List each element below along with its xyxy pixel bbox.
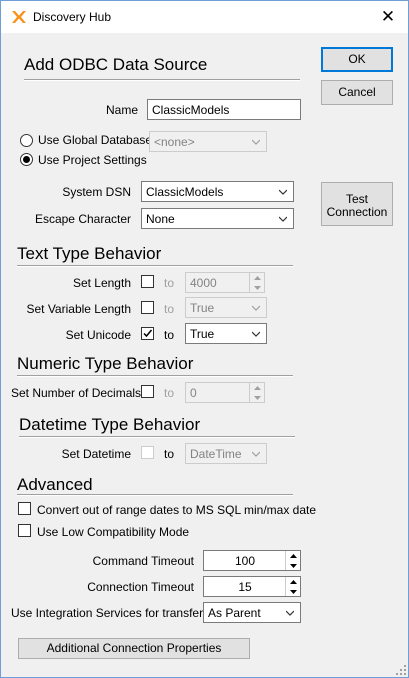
- radio-selected-dot: [23, 156, 30, 163]
- set-length-stepper: 4000: [185, 272, 265, 293]
- use-global-database-radio[interactable]: [20, 134, 33, 147]
- set-datetime-select: DateTime: [185, 443, 267, 464]
- name-label: Name: [105, 103, 138, 117]
- set-length-checkbox[interactable]: [141, 275, 154, 288]
- set-variable-length-checkbox[interactable]: [141, 301, 154, 314]
- set-decimals-label: Set Number of Decimals: [11, 386, 142, 400]
- use-project-settings-radio[interactable]: [20, 153, 33, 166]
- system-dsn-label: System DSN: [62, 185, 131, 199]
- integration-services-value: As Parent: [208, 606, 261, 620]
- set-decimals-to-label: to: [164, 386, 175, 400]
- window-title: Discovery Hub: [33, 10, 112, 24]
- set-length-to-label: to: [164, 276, 175, 290]
- set-unicode-checkbox[interactable]: [141, 327, 154, 340]
- chevron-down-icon: [279, 189, 287, 195]
- test-connection-button[interactable]: Test Connection: [321, 182, 393, 226]
- set-variable-length-select: True: [185, 297, 267, 318]
- stepper-buttons[interactable]: [285, 551, 300, 570]
- global-database-value: <none>: [154, 135, 195, 149]
- command-timeout-stepper[interactable]: 100: [203, 550, 301, 571]
- integration-services-label: Use Integration Services for transfer: [11, 606, 204, 620]
- heading-rule: [17, 375, 293, 377]
- chevron-down-icon: [252, 139, 260, 145]
- set-decimals-checkbox[interactable]: [141, 385, 154, 398]
- chevron-down-icon: [252, 451, 260, 457]
- set-decimals-value: 0: [190, 386, 197, 400]
- set-datetime-checkbox: [141, 446, 154, 459]
- convert-dates-label[interactable]: Convert out of range dates to MS SQL min…: [37, 503, 316, 517]
- set-unicode-label: Set Unicode: [65, 328, 131, 342]
- stepper-down-icon: [250, 283, 264, 293]
- set-length-label: Set Length: [72, 276, 131, 290]
- set-unicode-select[interactable]: True: [185, 323, 267, 344]
- escape-character-select[interactable]: None: [141, 208, 294, 229]
- numeric-type-heading: Numeric Type Behavior: [17, 354, 194, 373]
- command-timeout-label: Command Timeout: [92, 554, 194, 568]
- set-unicode-value: True: [190, 327, 215, 341]
- command-timeout-value: 100: [234, 554, 256, 568]
- stepper-up-icon[interactable]: [286, 551, 300, 561]
- cancel-button[interactable]: Cancel: [321, 80, 393, 105]
- use-global-database-label[interactable]: Use Global Database: [38, 133, 152, 147]
- connection-timeout-label: Connection Timeout: [87, 580, 194, 594]
- stepper-down-icon: [250, 393, 264, 403]
- escape-character-value: None: [146, 212, 175, 226]
- stepper-up-icon[interactable]: [286, 577, 300, 587]
- stepper-buttons[interactable]: [285, 577, 300, 596]
- heading-rule: [24, 79, 300, 81]
- heading-rule: [17, 265, 293, 267]
- set-variable-length-label: Set Variable Length: [26, 302, 131, 316]
- x-logo-icon: [12, 11, 26, 23]
- set-datetime-to-label: to: [164, 447, 175, 461]
- low-compatibility-checkbox[interactable]: [18, 524, 31, 537]
- connection-timeout-value: 15: [238, 580, 252, 594]
- additional-connection-properties-button[interactable]: Additional Connection Properties: [18, 638, 250, 659]
- use-project-settings-label[interactable]: Use Project Settings: [38, 153, 147, 167]
- set-unicode-to-label: to: [164, 328, 175, 342]
- low-compatibility-label[interactable]: Use Low Compatibility Mode: [37, 525, 189, 539]
- ok-button[interactable]: OK: [321, 47, 393, 72]
- set-datetime-label: Set Datetime: [61, 447, 131, 461]
- set-datetime-value: DateTime: [190, 447, 242, 461]
- close-icon[interactable]: ✕: [376, 6, 400, 28]
- connection-timeout-stepper[interactable]: 15: [203, 576, 301, 597]
- datetime-type-heading: Datetime Type Behavior: [19, 415, 201, 434]
- set-variable-length-to-label: to: [164, 302, 175, 316]
- set-decimals-stepper: 0: [185, 382, 265, 403]
- stepper-down-icon[interactable]: [286, 561, 300, 571]
- add-odbc-heading: Add ODBC Data Source: [24, 55, 208, 74]
- stepper-down-icon[interactable]: [286, 587, 300, 597]
- stepper-up-icon: [250, 273, 264, 283]
- title-bar: Discovery Hub ✕: [1, 1, 408, 33]
- chevron-down-icon: [279, 216, 287, 222]
- stepper-buttons: [249, 273, 264, 292]
- test-connection-label-line2: Connection: [326, 205, 388, 219]
- checkmark-icon: [143, 329, 153, 338]
- set-variable-length-value: True: [190, 301, 215, 315]
- system-dsn-select[interactable]: ClassicModels: [141, 181, 294, 202]
- set-length-value: 4000: [190, 276, 217, 290]
- chevron-down-icon: [252, 331, 260, 337]
- system-dsn-value: ClassicModels: [146, 185, 224, 199]
- resize-grip-icon[interactable]: [396, 665, 406, 675]
- convert-dates-checkbox[interactable]: [18, 502, 31, 515]
- text-type-heading: Text Type Behavior: [17, 244, 162, 263]
- escape-character-label: Escape Character: [34, 212, 131, 226]
- dialog-window: Discovery Hub ✕ OK Cancel Test Connectio…: [0, 0, 409, 678]
- chevron-down-icon: [252, 305, 260, 311]
- chevron-down-icon: [286, 610, 294, 616]
- advanced-heading: Advanced: [17, 475, 93, 494]
- heading-rule: [17, 494, 293, 496]
- global-database-select: <none>: [149, 131, 267, 152]
- integration-services-select[interactable]: As Parent: [203, 602, 301, 623]
- name-field[interactable]: ClassicModels: [147, 99, 301, 120]
- heading-rule: [19, 436, 295, 438]
- stepper-buttons: [249, 383, 264, 402]
- stepper-up-icon: [250, 383, 264, 393]
